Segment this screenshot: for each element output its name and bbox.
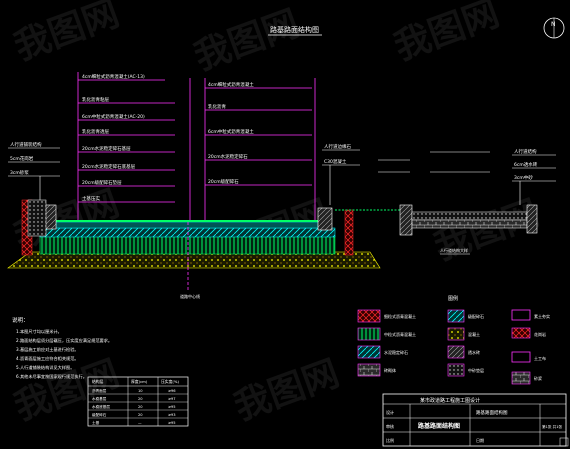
svg-text:审核: 审核 <box>386 423 394 429</box>
svg-text:4.沥青面层施工应符合相关规范。: 4.沥青面层施工应符合相关规范。 <box>16 355 79 362</box>
svg-text:6.其他未尽事宜按国家现行规范执行。: 6.其他未尽事宜按国家现行规范执行。 <box>16 373 87 380</box>
svg-text:水泥稳定碎石: 水泥稳定碎石 <box>384 349 408 355</box>
svg-text:砖砌体: 砖砌体 <box>384 367 396 373</box>
watermark: 我图网 <box>229 353 345 428</box>
svg-text:20: 20 <box>138 405 143 409</box>
svg-text:混凝土: 混凝土 <box>468 331 480 337</box>
svg-text:人行道铺装结构: 人行道铺装结构 <box>10 141 42 148</box>
legend-swatch <box>357 345 381 359</box>
svg-text:第1张 共1张: 第1张 共1张 <box>542 424 562 429</box>
svg-text:水稳底基层: 水稳底基层 <box>92 404 110 409</box>
cad-drawing-canvas: 我图网 我图网 我图网 我图网 我图网 我图网 我图网 我图网 路基路面结构图 … <box>7 0 569 447</box>
svg-text:厚度(cm): 厚度(cm) <box>131 379 148 384</box>
left-labels: 人行道铺装结构 5cm花岗岩 3cm砂浆 <box>8 141 60 205</box>
svg-text:说明：: 说明： <box>12 316 29 324</box>
svg-text:级配碎石: 级配碎石 <box>92 412 107 417</box>
svg-text:花岗岩: 花岗岩 <box>534 331 546 337</box>
svg-text:6cm中粒式沥青混凝土(AC-20): 6cm中粒式沥青混凝土(AC-20) <box>82 113 145 120</box>
svg-text:20cm水泥稳定碎石基层: 20cm水泥稳定碎石基层 <box>82 145 131 152</box>
legend-swatch <box>511 371 531 385</box>
svg-text:人行道边缘石: 人行道边缘石 <box>324 143 351 150</box>
svg-text:≥93: ≥93 <box>168 413 176 417</box>
title-block: 某市政道路工程施工图设计 路基路面结构图 路基路面结构图 设计 审核 比例 日期… <box>382 393 567 447</box>
svg-text:透水砖: 透水砖 <box>468 349 480 355</box>
svg-text:≥95: ≥95 <box>168 405 176 409</box>
drawing-title: 路基路面结构图 <box>270 25 319 34</box>
svg-text:人行道结构: 人行道结构 <box>514 148 537 155</box>
watermark: 我图网 <box>9 0 125 68</box>
svg-text:细粒式沥青混凝土: 细粒式沥青混凝土 <box>384 313 416 319</box>
svg-text:≥97: ≥97 <box>168 397 176 401</box>
svg-text:5cm花岗岩: 5cm花岗岩 <box>10 155 34 162</box>
svg-text:乳化沥青: 乳化沥青 <box>208 103 226 110</box>
svg-text:C30混凝土: C30混凝土 <box>324 158 347 165</box>
mid-labels: 人行道边缘石 C30混凝土 <box>322 143 360 205</box>
svg-text:设计: 设计 <box>386 409 394 415</box>
svg-text:≥95: ≥95 <box>168 421 176 425</box>
svg-text:6cm透水砖: 6cm透水砖 <box>514 161 538 168</box>
legend-swatch <box>511 327 531 339</box>
svg-text:20cm级配碎石: 20cm级配碎石 <box>208 178 239 185</box>
svg-text:沥青面层: 沥青面层 <box>92 388 107 393</box>
svg-text:级配碎石: 级配碎石 <box>468 313 484 319</box>
centerline-label: 道路中心线 <box>180 293 200 299</box>
svg-text:3.基层施工前应对土基进行检验。: 3.基层施工前应对土基进行检验。 <box>16 346 79 353</box>
legend-swatch <box>447 345 465 359</box>
svg-text:5.人行道铺装结构详见大样图。: 5.人行道铺装结构详见大样图。 <box>16 364 74 371</box>
legend-swatch <box>357 327 381 341</box>
svg-text:4cm细粒式沥青混凝土: 4cm细粒式沥青混凝土 <box>208 81 254 88</box>
layer-callout-labels: 4cm细粒式沥青混凝土(AC-13) 乳化沥青粘层 6cm中粒式沥青混凝土(AC… <box>82 73 145 202</box>
north-label: N <box>551 21 556 28</box>
legend-swatch <box>511 351 531 363</box>
svg-text:结构层: 结构层 <box>92 379 104 384</box>
svg-text:压实度(%): 压实度(%) <box>161 379 179 384</box>
sidewalk-label: 人行道结构大样 <box>440 247 468 253</box>
legend-swatch <box>357 309 381 323</box>
svg-text:日期: 日期 <box>476 437 484 443</box>
legend-swatch <box>447 309 465 323</box>
svg-text:土基压实: 土基压实 <box>82 195 100 202</box>
svg-text:≥96: ≥96 <box>168 389 176 393</box>
svg-text:素土夯实: 素土夯实 <box>534 313 550 319</box>
svg-text:20: 20 <box>138 397 143 401</box>
corner-mark <box>559 437 569 447</box>
watermark: 我图网 <box>389 0 505 68</box>
svg-text:某市政道路工程施工图设计: 某市政道路工程施工图设计 <box>420 397 480 404</box>
right-callout-labels: 4cm细粒式沥青混凝土 乳化沥青 6cm中粒式沥青混凝土 20cm水泥稳定碎石 … <box>208 81 254 185</box>
svg-text:比例: 比例 <box>386 437 394 443</box>
svg-text:路基路面结构图: 路基路面结构图 <box>418 422 460 430</box>
svg-text:路基路面结构图: 路基路面结构图 <box>476 409 508 416</box>
svg-text:乳化沥青透层: 乳化沥青透层 <box>82 128 109 135</box>
legend-swatch <box>357 363 381 377</box>
svg-text:土基: 土基 <box>92 420 100 425</box>
svg-text:土工布: 土工布 <box>534 355 546 361</box>
svg-text:3cm砂浆: 3cm砂浆 <box>10 169 29 176</box>
north-marker: N <box>543 17 565 39</box>
svg-text:中粒式沥青混凝土: 中粒式沥青混凝土 <box>384 331 416 337</box>
svg-text:20cm水泥稳定碎石底基层: 20cm水泥稳定碎石底基层 <box>82 163 136 170</box>
svg-text:1.本图尺寸均以厘米计。: 1.本图尺寸均以厘米计。 <box>16 328 62 335</box>
svg-text:20cm水泥稳定碎石: 20cm水泥稳定碎石 <box>208 153 248 160</box>
svg-text:3cm中砂: 3cm中砂 <box>514 174 533 181</box>
sidewalk-callouts <box>378 151 490 173</box>
svg-text:乳化沥青粘层: 乳化沥青粘层 <box>82 96 109 103</box>
svg-text:20: 20 <box>138 413 143 417</box>
legend: 图例 细粒式沥青混凝土 中粒式沥青混凝土 水泥稳定碎石 砖砌体 级配碎石 混凝土… <box>357 295 550 385</box>
watermark: 我图网 <box>189 3 305 78</box>
svg-text:10: 10 <box>138 389 143 393</box>
svg-text:4cm细粒式沥青混凝土(AC-13): 4cm细粒式沥青混凝土(AC-13) <box>82 73 145 80</box>
svg-text:6cm中粒式沥青混凝土: 6cm中粒式沥青混凝土 <box>208 128 254 135</box>
svg-text:水稳基层: 水稳基层 <box>92 396 107 401</box>
legend-title: 图例 <box>448 295 458 302</box>
svg-text:中砂垫层: 中砂垫层 <box>468 367 484 373</box>
legend-swatch <box>447 327 465 341</box>
svg-text:砂浆: 砂浆 <box>534 375 542 381</box>
legend-swatch <box>447 363 465 377</box>
svg-text:2.路面结构层须分层碾压，压实度应满足规范要求。: 2.路面结构层须分层碾压，压实度应满足规范要求。 <box>16 337 112 344</box>
svg-text:20cm级配碎石垫层: 20cm级配碎石垫层 <box>82 179 122 186</box>
legend-swatch <box>511 309 531 321</box>
svg-text:—: — <box>138 421 142 425</box>
